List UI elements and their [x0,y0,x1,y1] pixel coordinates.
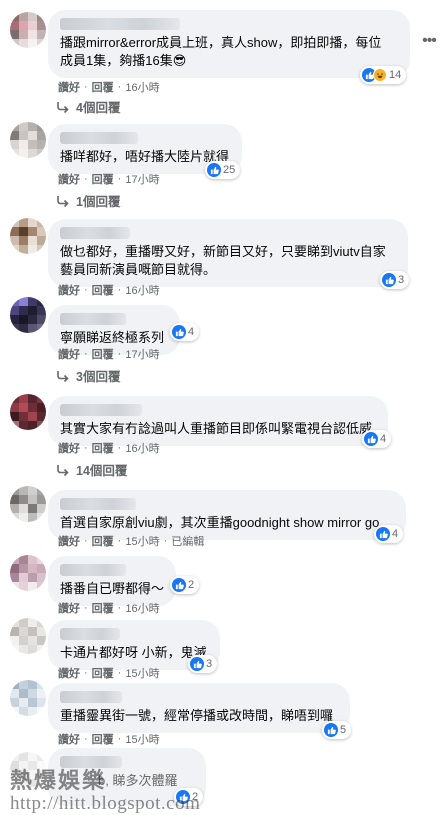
comment-text: 播咩都好，唔好播大陸片就得 [60,149,230,164]
comment-bubble: 播番自已嘢都得～ [48,556,176,606]
author-name[interactable] [60,564,126,576]
reaction-count[interactable]: 4 [362,430,392,448]
reply-button[interactable]: 回覆 [92,440,114,456]
view-replies-button[interactable]: 1個回覆 [56,191,120,210]
comment-actions: 讚好 · 回覆 · 15小時 · 已編輯 [58,533,205,549]
like-button[interactable]: 讚好 [58,282,80,298]
avatar[interactable] [10,680,46,716]
reaction-count[interactable]: 25 [205,161,241,179]
edited-label[interactable]: 已編輯 [171,533,204,549]
reply-button[interactable]: 回覆 [92,600,114,616]
reaction-count[interactable]: 4 [170,323,200,341]
author-name[interactable] [60,227,130,239]
timestamp[interactable]: 16小時 [125,79,159,95]
author-name[interactable] [60,313,126,325]
reaction-count[interactable]: 4 [374,525,404,543]
reaction-count[interactable]: 3 [380,271,410,289]
reaction-count[interactable]: 5 [322,721,352,739]
avatar[interactable] [10,486,46,522]
author-name[interactable] [60,691,122,703]
like-icon [364,432,378,446]
comment-text: 播跟mirror&error成員上班，真人show，即拍即播，每位 成員1集，夠… [60,35,382,68]
reply-button[interactable]: 回覆 [92,731,114,747]
reply-arrow-icon [57,195,69,207]
comment-bubble: 重播靈異街一號，經常停播或改時間，睇唔到囉 [48,683,350,733]
author-name[interactable] [60,498,136,510]
timestamp[interactable]: 16小時 [125,600,159,616]
like-button[interactable]: 讚好 [58,346,80,362]
avatar[interactable] [10,12,46,48]
comment-text: 寧願睇返終極系列 [60,330,165,345]
avatar[interactable] [10,394,46,430]
like-button[interactable]: 讚好 [58,665,80,681]
reply-arrow-icon [57,370,69,382]
watermark-url: http://hitt.blogspot.com [10,793,201,814]
comment-text: 做乜都好，重播嘢又好，新節目又好，只要睇到viutv自家 藝員同新演員嘅節目就得… [60,244,386,277]
comment-actions: 讚好 · 回覆 · 16小時 [58,79,160,95]
avatar[interactable] [10,218,46,254]
reaction-count[interactable]: 2 [170,576,200,594]
comment-actions: 讚好 · 回覆 · 17小時 [58,346,160,362]
comment-text: 播番自已嘢都得～ [60,581,165,596]
like-icon [172,578,186,592]
avatar[interactable] [10,122,46,158]
timestamp[interactable]: 15小時 [125,731,159,747]
haha-icon [373,68,387,82]
reply-arrow-icon [57,101,69,113]
like-button[interactable]: 讚好 [58,600,80,616]
author-name[interactable] [60,132,138,144]
like-button[interactable]: 讚好 [58,440,80,456]
comment-actions: 讚好 · 回覆 · 16小時 [58,440,160,456]
like-button[interactable]: 讚好 [58,171,80,187]
timestamp[interactable]: 15小時 [125,533,159,549]
timestamp[interactable]: 16小時 [125,440,159,456]
reply-arrow-icon [57,464,69,476]
view-replies-button[interactable]: 3個回覆 [56,366,120,385]
avatar[interactable] [10,618,46,654]
comment-text: 首選自家原創viu劇，其次重播goodnight show mirror go [60,515,380,530]
watermark: 熱爆娛樂 http://hitt.blogspot.com [10,763,200,815]
view-replies-button[interactable]: 14個回覆 [56,460,127,479]
timestamp[interactable]: 16小時 [125,282,159,298]
comment-text: 重播靈異街一號，經常停播或改時間，睇唔到囉 [60,708,334,723]
reply-button[interactable]: 回覆 [92,171,114,187]
comment-actions: 讚好 · 回覆 · 16小時 [58,600,160,616]
author-name[interactable] [60,628,120,640]
like-icon [376,527,390,541]
like-icon [207,163,221,177]
timestamp[interactable]: 15小時 [125,665,159,681]
like-button[interactable]: 讚好 [58,79,80,95]
comment-actions: 讚好 · 回覆 · 15小時 [58,731,160,747]
view-replies-button[interactable]: 4個回覆 [56,97,120,116]
like-icon [324,723,338,737]
comment-actions: 讚好 · 回覆 · 17小時 [58,171,160,187]
timestamp[interactable]: 17小時 [125,346,159,362]
watermark-title: 熱爆娛樂 [10,768,107,793]
reply-button[interactable]: 回覆 [92,79,114,95]
comment-actions: 讚好 · 回覆 · 15小時 [58,665,160,681]
reply-button[interactable]: 回覆 [92,665,114,681]
more-options-icon[interactable]: ••• [419,33,439,49]
comment-text: 其實大家有冇諗過叫人重播節目即係叫緊電視台認低威 [60,421,373,436]
author-name[interactable] [60,404,142,416]
avatar[interactable] [10,297,46,333]
reply-button[interactable]: 回覆 [92,282,114,298]
reply-button[interactable]: 回覆 [92,346,114,362]
author-name[interactable] [60,18,180,30]
comment-bubble: 做乜都好，重播嘢又好，新節目又好，只要睇到viutv自家 藝員同新演員嘅節目就得… [48,219,408,287]
reply-button[interactable]: 回覆 [92,533,114,549]
comment-actions: 讚好 · 回覆 · 16小時 [58,282,160,298]
comment-bubble: 其實大家有冇諗過叫人重播節目即係叫緊電視台認低威 [48,396,388,446]
reaction-count[interactable]: 3 [188,655,218,673]
like-icon [190,657,204,671]
comment-text: 卡通片都好呀 小新，鬼滅 [60,645,207,660]
like-icon [382,273,396,287]
like-button[interactable]: 讚好 [58,533,80,549]
timestamp[interactable]: 17小時 [125,171,159,187]
like-icon [172,325,186,339]
like-button[interactable]: 讚好 [58,731,80,747]
reaction-count[interactable]: 14 [360,66,407,84]
comment-bubble: 播跟mirror&error成員上班，真人show，即拍即播，每位 成員1集，夠… [48,10,410,78]
avatar[interactable] [10,555,46,591]
